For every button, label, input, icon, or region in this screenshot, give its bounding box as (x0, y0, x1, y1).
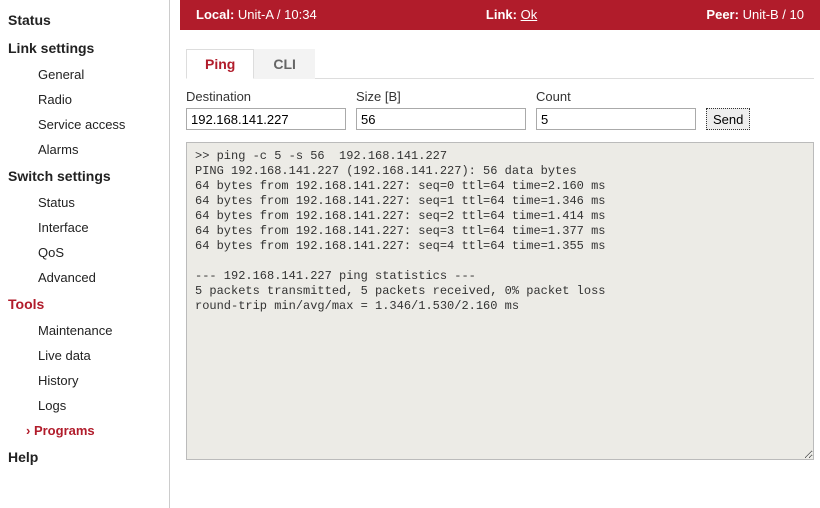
sidebar: Status Link settings General Radio Servi… (0, 0, 170, 508)
sidebar-section-tools[interactable]: Tools (8, 290, 169, 318)
sidebar-section-help[interactable]: Help (8, 443, 169, 471)
status-peer: Peer: Unit-B / 10 (706, 0, 804, 30)
status-local-value: Unit-A / 10:34 (238, 7, 317, 22)
count-input[interactable] (536, 108, 696, 130)
content-area: Ping CLI Destination Size [B] Count Send… (180, 30, 820, 460)
tab-ping[interactable]: Ping (186, 49, 254, 79)
sidebar-item-history[interactable]: History (8, 368, 169, 393)
sidebar-item-programs[interactable]: Programs (8, 418, 169, 443)
send-field: Send (706, 108, 750, 130)
tab-cli[interactable]: CLI (254, 49, 315, 79)
send-button[interactable]: Send (706, 108, 750, 130)
sidebar-item-qos[interactable]: QoS (8, 240, 169, 265)
size-field: Size [B] (356, 89, 526, 130)
destination-field: Destination (186, 89, 346, 130)
status-link-label: Link: (486, 7, 517, 22)
ping-output[interactable]: >> ping -c 5 -s 56 192.168.141.227 PING … (186, 142, 814, 460)
sidebar-item-radio[interactable]: Radio (8, 87, 169, 112)
status-peer-label: Peer: (706, 7, 739, 22)
tabs: Ping CLI (186, 48, 814, 79)
sidebar-item-interface[interactable]: Interface (8, 215, 169, 240)
size-input[interactable] (356, 108, 526, 130)
status-link: Link: Ok (486, 0, 537, 30)
destination-input[interactable] (186, 108, 346, 130)
sidebar-item-general[interactable]: General (8, 62, 169, 87)
destination-label: Destination (186, 89, 346, 104)
count-label: Count (536, 89, 696, 104)
status-local-label: Local: (196, 7, 234, 22)
sidebar-item-advanced[interactable]: Advanced (8, 265, 169, 290)
sidebar-section-status[interactable]: Status (8, 6, 169, 34)
sidebar-section-link-settings[interactable]: Link settings (8, 34, 169, 62)
status-local: Local: Unit-A / 10:34 (196, 0, 317, 30)
count-field: Count (536, 89, 696, 130)
status-bar: Local: Unit-A / 10:34 Link: Ok Peer: Uni… (180, 0, 820, 30)
sidebar-item-alarms[interactable]: Alarms (8, 137, 169, 162)
sidebar-item-service-access[interactable]: Service access (8, 112, 169, 137)
size-label: Size [B] (356, 89, 526, 104)
status-peer-value: Unit-B / 10 (743, 7, 804, 22)
ping-form: Destination Size [B] Count Send (180, 79, 820, 138)
sidebar-item-live-data[interactable]: Live data (8, 343, 169, 368)
sidebar-item-logs[interactable]: Logs (8, 393, 169, 418)
sidebar-item-sw-status[interactable]: Status (8, 190, 169, 215)
main-panel: Local: Unit-A / 10:34 Link: Ok Peer: Uni… (180, 0, 820, 508)
status-link-value[interactable]: Ok (521, 7, 538, 22)
sidebar-section-switch-settings[interactable]: Switch settings (8, 162, 169, 190)
sidebar-item-maintenance[interactable]: Maintenance (8, 318, 169, 343)
